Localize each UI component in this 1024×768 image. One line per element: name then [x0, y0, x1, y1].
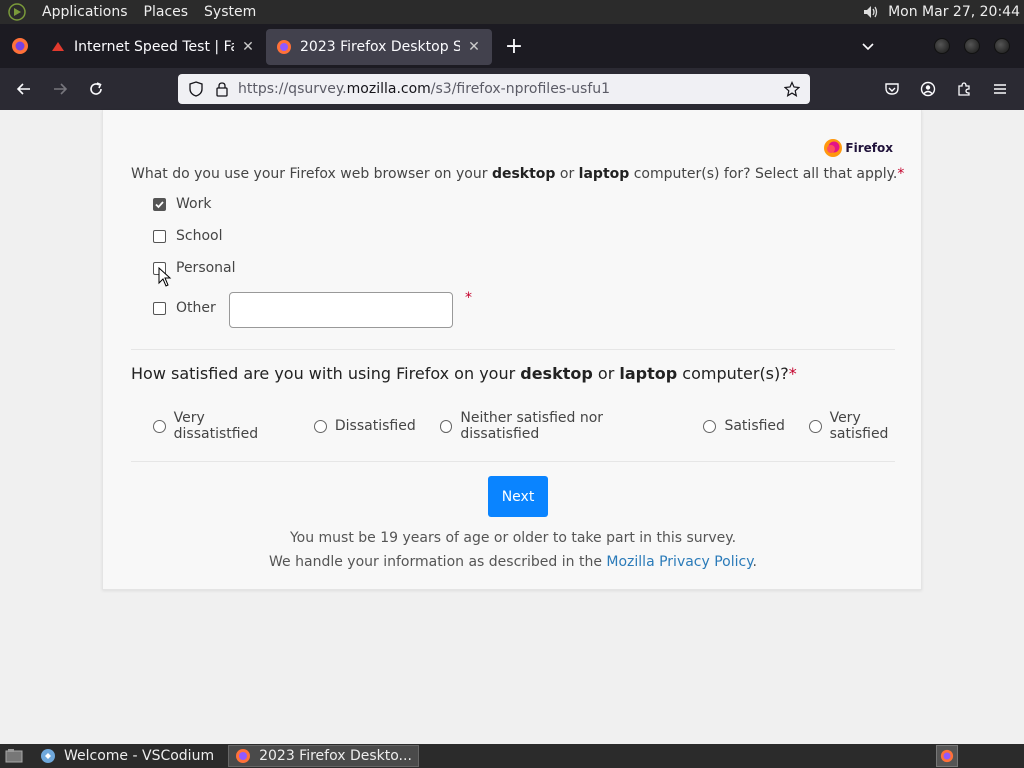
toolbar-right — [874, 73, 1018, 105]
account-icon[interactable] — [910, 73, 946, 105]
system-menu[interactable]: System — [196, 0, 264, 24]
top-panel: Applications Places System Mon Mar 27, 2… — [0, 0, 1024, 24]
firefox-logo-text: Firefox — [845, 141, 893, 155]
radio-label: Satisfied — [724, 418, 785, 434]
vscodium-icon — [41, 749, 55, 763]
forward-arrow-icon[interactable] — [42, 73, 78, 105]
panel-clock[interactable]: Mon Mar 27, 20:44 — [884, 4, 1024, 20]
radio-option-neither[interactable]: Neither satisfied nor dissatisfied — [439, 410, 680, 442]
new-tab-plus-icon[interactable]: + — [498, 30, 530, 62]
firefox-favicon-icon — [276, 39, 292, 55]
privacy-notice: We handle your information as described … — [269, 554, 757, 570]
firefox-view-icon[interactable] — [0, 24, 40, 68]
taskbar-item-label: Welcome - VSCodium — [64, 748, 215, 764]
applications-menu[interactable]: Applications — [34, 0, 136, 24]
taskbar-item-label: 2023 Firefox Deskto... — [259, 748, 412, 764]
page-viewport: Firefox What do you use your Firefox web… — [0, 110, 1024, 744]
satisfaction-radio-group: Very dissatistfied Dissatisfied Neither … — [153, 410, 921, 442]
volume-icon[interactable] — [860, 2, 880, 22]
bookmark-star-icon[interactable] — [782, 79, 802, 99]
list-all-tabs-chevron-icon[interactable] — [852, 30, 884, 62]
other-required-asterisk: * — [465, 290, 472, 306]
checkbox-option-work[interactable]: Work — [153, 196, 211, 212]
nav-bar: https://qsurvey.mozilla.com/s3/firefox-n… — [0, 68, 1024, 110]
radio-label: Neither satisfied nor dissatisfied — [460, 410, 604, 442]
next-button[interactable]: Next — [488, 476, 548, 517]
question-2-text: How satisfied are you with using Firefox… — [131, 364, 797, 383]
survey-card: Firefox What do you use your Firefox web… — [102, 110, 922, 590]
divider — [131, 349, 895, 350]
radio-label: Very dissatistfied — [173, 410, 259, 442]
checkbox-option-school[interactable]: School — [153, 228, 222, 244]
firefox-icon — [236, 749, 251, 763]
radio-button[interactable] — [153, 419, 166, 433]
places-menu[interactable]: Places — [136, 0, 197, 24]
tab-title: Internet Speed Test | Fast.com — [74, 39, 234, 55]
radio-option-very-satisfied[interactable]: Very satisfied — [808, 410, 921, 442]
radio-button[interactable] — [313, 419, 327, 433]
radio-label: Very satisfied — [829, 410, 889, 442]
close-tab-icon[interactable]: ✕ — [240, 39, 256, 55]
divider — [131, 461, 895, 462]
checkbox[interactable] — [153, 301, 166, 315]
required-asterisk: * — [788, 364, 797, 383]
radio-button[interactable] — [808, 419, 822, 433]
tab-strip: Internet Speed Test | Fast.com ✕ 2023 Fi… — [0, 24, 1024, 68]
radio-option-very-dissatisfied[interactable]: Very dissatistfied — [153, 410, 290, 442]
privacy-policy-link[interactable]: Mozilla Privacy Policy — [606, 554, 752, 570]
question-1-text: What do you use your Firefox web browser… — [131, 166, 905, 182]
hamburger-menu-icon[interactable] — [982, 73, 1018, 105]
radio-label: Dissatisfied — [334, 418, 416, 434]
tab-firefox-study[interactable]: 2023 Firefox Desktop Study ✕ — [266, 29, 492, 65]
taskbar-item-firefox[interactable]: 2023 Firefox Deskto... — [228, 745, 419, 767]
age-notice: You must be 19 years of age or older to … — [289, 530, 737, 546]
tab-fast-com[interactable]: Internet Speed Test | Fast.com ✕ — [40, 29, 266, 65]
url-bar[interactable]: https://qsurvey.mozilla.com/s3/firefox-n… — [178, 74, 810, 104]
workspace-switcher-firefox-icon[interactable] — [936, 745, 958, 767]
bottom-taskbar: Welcome - VSCodium 2023 Firefox Deskto..… — [0, 744, 1024, 768]
extensions-puzzle-icon[interactable] — [946, 73, 982, 105]
firefox-logo-icon — [824, 139, 843, 157]
reload-icon[interactable] — [78, 73, 114, 105]
radio-option-dissatisfied[interactable]: Dissatisfied — [313, 410, 416, 442]
radio-button[interactable] — [439, 419, 453, 433]
maximize-window-button[interactable] — [964, 38, 980, 54]
required-asterisk: * — [897, 166, 905, 182]
url-text: https://qsurvey.mozilla.com/s3/firefox-n… — [238, 81, 611, 97]
pocket-icon[interactable] — [874, 73, 910, 105]
radio-button[interactable] — [703, 419, 717, 433]
checkbox-checked[interactable] — [153, 197, 166, 211]
gnome-foot-icon[interactable] — [6, 1, 28, 23]
taskbar-item-vscodium[interactable]: Welcome - VSCodium — [34, 745, 220, 767]
checkbox-label: Work — [176, 196, 212, 212]
checkbox[interactable] — [153, 229, 166, 243]
other-text-input[interactable] — [229, 292, 453, 328]
radio-option-satisfied[interactable]: Satisfied — [703, 410, 785, 442]
show-desktop-icon[interactable] — [2, 745, 26, 767]
checkbox-label: School — [176, 228, 223, 244]
checkbox-option-other[interactable]: Other — [153, 300, 216, 316]
checkbox-label: Other — [176, 300, 216, 316]
tracking-protection-shield-icon[interactable] — [186, 79, 206, 99]
fast-com-favicon-icon — [50, 39, 66, 55]
checkbox-label: Personal — [176, 260, 236, 276]
lock-icon[interactable] — [212, 79, 232, 99]
close-tab-icon[interactable]: ✕ — [466, 39, 482, 55]
close-window-button[interactable] — [994, 38, 1010, 54]
back-arrow-icon[interactable] — [6, 73, 42, 105]
mouse-cursor-icon — [158, 267, 172, 287]
tab-title: 2023 Firefox Desktop Study — [300, 39, 460, 55]
minimize-window-button[interactable] — [934, 38, 950, 54]
firefox-logo: Firefox — [823, 138, 893, 158]
